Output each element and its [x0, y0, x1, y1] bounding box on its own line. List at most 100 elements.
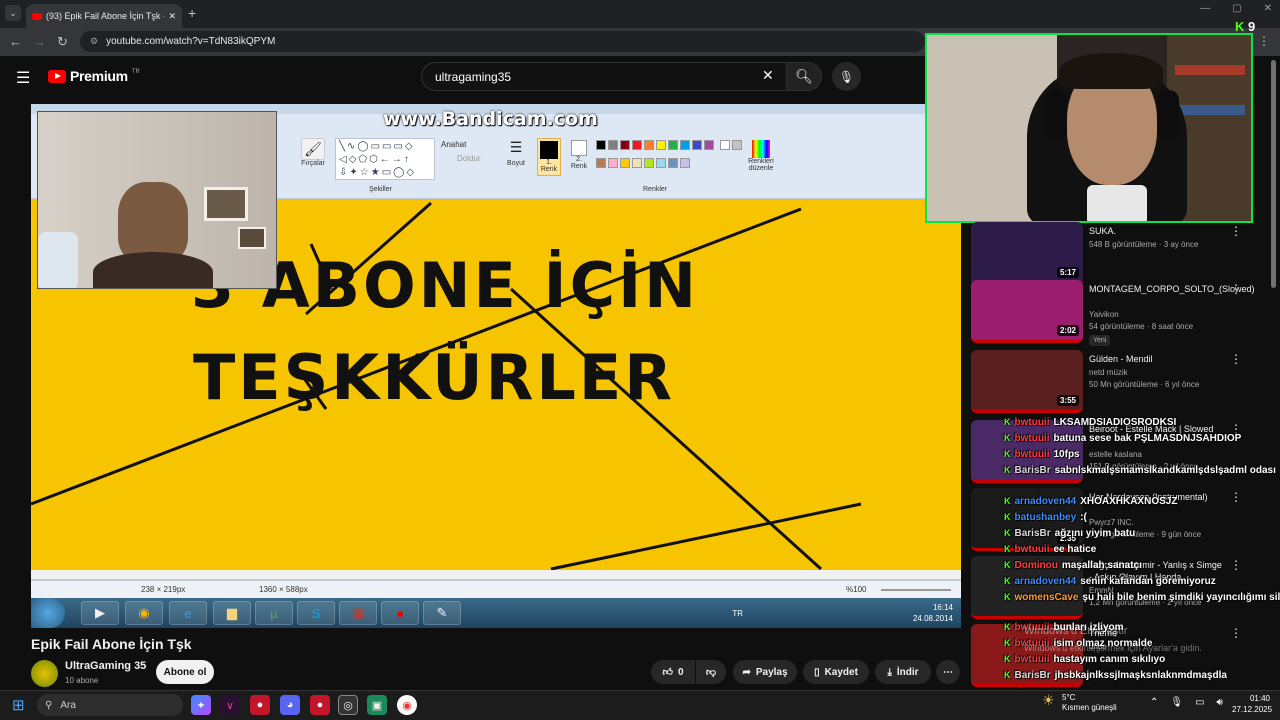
canvas-text-line2: TEŞKKÜRLER	[193, 341, 675, 414]
copilot-icon[interactable]: ✦	[191, 695, 211, 715]
forward-icon[interactable]: →	[33, 34, 46, 49]
search-input[interactable]: ultragaming35	[421, 62, 787, 91]
chat-username[interactable]: bwtuuii	[1015, 433, 1050, 444]
save-button[interactable]: ▯ Kaydet	[803, 660, 869, 684]
chat-username[interactable]: BarisBr	[1015, 670, 1051, 681]
zoom-slider[interactable]	[881, 589, 951, 591]
picture-frame	[204, 187, 248, 221]
close-window-icon[interactable]: ✕	[1264, 3, 1272, 14]
chat-username[interactable]: bwtuuii	[1015, 449, 1050, 460]
chrome-menu-icon[interactable]: ⋮	[1258, 34, 1270, 48]
chrome-icon[interactable]: ◉	[397, 695, 417, 715]
app-icon[interactable]: ●	[310, 695, 330, 715]
search-button[interactable]: 🔍︎	[786, 62, 822, 91]
xp-taskbar: ▶ ◉ e ▆ µ S ▤ ● ✎ TR 16:14 24.08.2014	[31, 598, 961, 628]
video-thumbnail[interactable]: 3:55	[971, 350, 1083, 413]
download-button[interactable]: ⤓ İndir	[875, 660, 931, 684]
like-count: 0	[677, 666, 684, 678]
microphone-icon[interactable]: 🎙︎	[1170, 697, 1183, 708]
download-icon: ⤓	[887, 666, 892, 678]
subscribe-button[interactable]: Abone ol	[156, 660, 214, 684]
like-button[interactable]: 👍︎ 0	[651, 660, 695, 684]
recommended-video-title[interactable]: SUKA.	[1089, 225, 1224, 237]
app-icon[interactable]: ●	[250, 695, 270, 715]
site-info-icon[interactable]: ⚙	[90, 36, 98, 47]
video-menu-icon[interactable]: ⋮	[1230, 626, 1242, 640]
voice-search-button[interactable]: 🎙︎	[832, 62, 861, 91]
size-tool: ☰ Boyut	[501, 140, 531, 167]
recommended-channel[interactable]: netd müzik	[1089, 367, 1229, 378]
more-actions-button[interactable]: ⋯	[936, 660, 960, 684]
recommended-channel[interactable]: Yaivikon	[1089, 309, 1229, 320]
reload-icon[interactable]: ↻	[57, 34, 68, 50]
chevron-up-icon[interactable]: ⌃	[1150, 697, 1158, 708]
chat-message: Karnadoven44 XHOAXHKAXNOSJZ	[1004, 496, 1177, 507]
recommended-channel[interactable]: Pwyrz7 INC.	[1089, 517, 1229, 528]
display-icon[interactable]: ▭	[1195, 697, 1204, 708]
address-bar[interactable]: ⚙ youtube.com/watch?v=TdN83ikQPYM	[80, 31, 925, 52]
winrar-icon: ▤	[339, 601, 377, 625]
chat-username[interactable]: arnadoven44	[1015, 576, 1077, 587]
url-text: youtube.com/watch?v=TdN83ikQPYM	[106, 36, 276, 47]
paint-horizontal-scrollbar[interactable]	[31, 570, 961, 580]
chat-text: ağzını yiyim batu	[1054, 528, 1136, 539]
maximize-icon[interactable]: ▢	[1232, 3, 1241, 14]
recommended-channel[interactable]: estelle kaslana	[1089, 449, 1229, 460]
recommended-video-title[interactable]: MONTAGEM_CORPO_SOLTO_(Slowed)	[1089, 283, 1255, 295]
chat-username[interactable]: Dominou	[1015, 560, 1058, 571]
person-body	[93, 252, 213, 288]
tab-search-button[interactable]: ⌄	[5, 5, 21, 21]
chat-username[interactable]: arnadoven44	[1015, 496, 1077, 507]
chat-text: XHOAXHKAXNOSJZ	[1080, 496, 1178, 507]
video-player[interactable]: 🖌 Fırçalar ╲∿◯▭▭▭◇ ◁◇⬠⬡←→↑ ⇩✦☆★▭◯◇ Anahat …	[31, 104, 961, 628]
page-scrollbar[interactable]	[1271, 60, 1276, 288]
video-menu-icon[interactable]: ⋮	[1230, 490, 1242, 504]
chat-message: K Dominou maşallah sanatçı	[1004, 560, 1142, 571]
dislike-button[interactable]: 👎︎	[696, 660, 726, 684]
taskbar-search[interactable]: ⚲ Ara	[37, 694, 183, 716]
video-thumbnail[interactable]: 5:17	[971, 222, 1083, 285]
discord-icon[interactable]: ◕	[280, 695, 300, 715]
chat-username[interactable]: bwtuuii	[1015, 417, 1050, 428]
taskbar-clock[interactable]: 01:40 27.12.2025	[1232, 693, 1272, 715]
kick-badge-icon: K	[1004, 670, 1011, 680]
recommended-video-title[interactable]: Gülden - Mendil	[1089, 353, 1224, 365]
xp-lang: TR	[732, 609, 743, 618]
back-icon[interactable]: ←	[9, 34, 22, 49]
menu-icon[interactable]: ☰	[16, 68, 30, 88]
weather-widget[interactable]: ☀ 5°C Kısmen güneşli	[1042, 693, 1117, 713]
chat-username[interactable]: batushanbey	[1015, 512, 1077, 523]
color1-tool: 1. Renk	[537, 138, 561, 176]
video-thumbnail[interactable]: 2:02	[971, 280, 1083, 343]
video-menu-icon[interactable]: ⋮	[1230, 282, 1242, 296]
video-menu-icon[interactable]: ⋮	[1230, 558, 1242, 572]
channel-name[interactable]: UltraGaming 35	[65, 660, 146, 672]
close-tab-icon[interactable]: ✕	[168, 11, 176, 22]
app-icon[interactable]: ▣	[367, 695, 387, 715]
xp-clock-time: 16:14	[932, 603, 953, 612]
kick-badge-icon: K	[1004, 417, 1011, 427]
chat-username[interactable]: BarisBr	[1015, 465, 1051, 476]
new-tab-button[interactable]: +	[188, 5, 196, 21]
windows-start-icon[interactable]: ⊞	[12, 696, 25, 714]
folder-icon: ▆	[213, 601, 251, 625]
obs-icon[interactable]: ◎	[338, 695, 358, 715]
app-icon[interactable]: ∨	[220, 695, 240, 715]
kick-logo-icon: K	[1235, 19, 1245, 34]
browser-tab[interactable]: (93) Epik Fail Abone İçin Tşk - Y ✕	[26, 4, 182, 28]
share-button[interactable]: ➦ Paylaş	[733, 660, 797, 684]
chat-username[interactable]: bwtuuii	[1015, 544, 1050, 555]
chat-message: Kbwtuuii LKSAMDSIADIOSRODKSI	[1004, 417, 1176, 428]
share-icon: ➦	[742, 666, 751, 678]
minimize-icon[interactable]: —	[1200, 3, 1210, 14]
video-menu-icon[interactable]: ⋮	[1230, 352, 1242, 366]
channel-avatar[interactable]	[31, 660, 58, 687]
clear-search-icon[interactable]: ✕	[762, 67, 774, 84]
chat-username[interactable]: BarisBr	[1015, 528, 1051, 539]
chat-username[interactable]: womensCave	[1015, 592, 1079, 603]
chat-username[interactable]: bwtuuii	[1015, 654, 1050, 665]
outline-label: Anahat	[441, 140, 467, 149]
video-menu-icon[interactable]: ⋮	[1230, 224, 1242, 238]
speaker-icon[interactable]: 🔊︎	[1217, 697, 1223, 708]
youtube-logo[interactable]: Premium TR	[48, 68, 140, 84]
